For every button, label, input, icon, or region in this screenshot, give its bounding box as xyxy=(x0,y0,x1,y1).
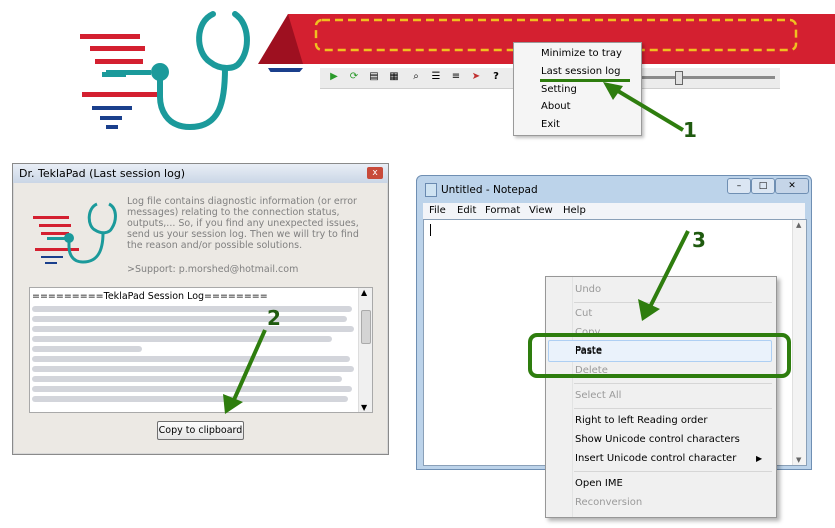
dialog-info-text: Log file contains diagnostic information… xyxy=(127,196,359,251)
menu-separator xyxy=(574,471,772,472)
step-2-number: 2 xyxy=(267,306,281,330)
table-icon[interactable]: ▦ xyxy=(388,71,400,83)
menu-separator xyxy=(574,408,772,409)
ctx-insert-unicode-control[interactable]: Insert Unicode control character xyxy=(575,453,736,464)
menu-edit[interactable]: Edit xyxy=(457,205,476,216)
log-scrollbar[interactable]: ▲ ▼ xyxy=(358,288,372,412)
tray-item-minimize[interactable]: Minimize to tray xyxy=(541,48,622,59)
dialog-support-text: >Support: p.morshed@hotmail.com xyxy=(127,264,299,275)
submenu-arrow-icon: ▶ xyxy=(756,454,763,463)
close-icon[interactable]: ✕ xyxy=(775,178,809,194)
ctx-rtl-reading-order[interactable]: Right to left Reading order xyxy=(575,415,708,426)
dialog-titlebar: Dr. TeklaPad (Last session log) x xyxy=(13,164,388,183)
tray-item-exit[interactable]: Exit xyxy=(541,119,560,130)
scroll-up-icon[interactable]: ▲ xyxy=(796,221,801,229)
menu-help[interactable]: Help xyxy=(563,205,586,216)
context-menu-gutter xyxy=(546,277,573,517)
notepad-title: Untitled - Notepad xyxy=(441,184,538,196)
step-3-arrow xyxy=(638,230,690,321)
step-1-number: 1 xyxy=(683,118,697,142)
format-icon[interactable]: ≡ xyxy=(450,71,462,83)
play-icon[interactable]: ▶ xyxy=(328,71,340,83)
text-caret xyxy=(430,224,431,236)
refresh-icon[interactable]: ⟳ xyxy=(348,71,360,83)
blurred-log-line xyxy=(32,376,342,382)
minimize-icon[interactable]: – xyxy=(727,178,751,194)
blurred-log-line xyxy=(32,336,332,342)
tray-item-last-session-log[interactable]: Last session log xyxy=(541,66,620,77)
menu-format[interactable]: Format xyxy=(485,205,520,216)
session-log-textbox[interactable]: =========TeklaPad Session Log======== ▲ … xyxy=(29,287,373,413)
dialog-title: Dr. TeklaPad (Last session log) xyxy=(19,167,186,180)
blurred-log-line xyxy=(32,386,352,392)
blurred-log-line xyxy=(32,356,350,362)
notepad-icon xyxy=(425,183,437,197)
step-2-arrow xyxy=(223,329,267,414)
help-icon[interactable]: ? xyxy=(490,71,502,83)
ctx-cut[interactable]: Cut xyxy=(575,308,592,319)
step-1-arrow xyxy=(603,82,685,132)
paste-callout-box xyxy=(528,333,791,378)
ctx-undo[interactable]: Undo xyxy=(575,284,601,295)
ctx-select-all[interactable]: Select All xyxy=(575,390,621,401)
paste-icon[interactable]: ▤ xyxy=(368,71,380,83)
notepad-menubar: File Edit Format View Help xyxy=(423,203,805,219)
blurred-log-line xyxy=(32,396,348,402)
ctx-paste[interactable]: Paste xyxy=(575,346,602,357)
ctx-show-unicode-control[interactable]: Show Unicode control characters xyxy=(575,434,740,445)
list-icon[interactable]: ☰ xyxy=(430,71,442,83)
menu-file[interactable]: File xyxy=(429,205,446,216)
teklapad-logo xyxy=(80,11,250,131)
notepad-scrollbar[interactable]: ▲ ▼ xyxy=(792,220,806,465)
close-icon[interactable]: x xyxy=(367,167,383,179)
tray-item-setting[interactable]: Setting xyxy=(541,84,577,95)
tray-item-about[interactable]: About xyxy=(541,101,571,112)
menu-view[interactable]: View xyxy=(529,205,553,216)
search-icon[interactable]: ⌕ xyxy=(410,71,422,83)
maximize-icon[interactable]: □ xyxy=(751,178,775,194)
log-header: =========TeklaPad Session Log======== xyxy=(32,291,268,302)
blurred-log-line xyxy=(32,316,347,322)
menu-separator xyxy=(574,383,772,384)
copy-to-clipboard-button[interactable]: Copy to clipboard xyxy=(157,421,244,440)
blurred-log-line xyxy=(32,306,352,312)
scroll-up-icon[interactable]: ▲ xyxy=(361,288,367,297)
blurred-log-line xyxy=(32,366,354,372)
ctx-open-ime[interactable]: Open IME xyxy=(575,478,623,489)
step-3-number: 3 xyxy=(692,228,706,252)
blurred-log-line xyxy=(32,346,142,352)
scroll-thumb[interactable] xyxy=(361,310,371,344)
dialog-logo xyxy=(33,202,117,264)
ctx-reconversion[interactable]: Reconversion xyxy=(575,497,642,508)
blurred-log-line xyxy=(32,326,354,332)
scroll-down-icon[interactable]: ▼ xyxy=(361,403,367,412)
session-log-dialog: Dr. TeklaPad (Last session log) x Log fi… xyxy=(12,163,389,455)
export-icon[interactable]: ➤ xyxy=(470,71,482,83)
scroll-down-icon[interactable]: ▼ xyxy=(796,456,801,464)
